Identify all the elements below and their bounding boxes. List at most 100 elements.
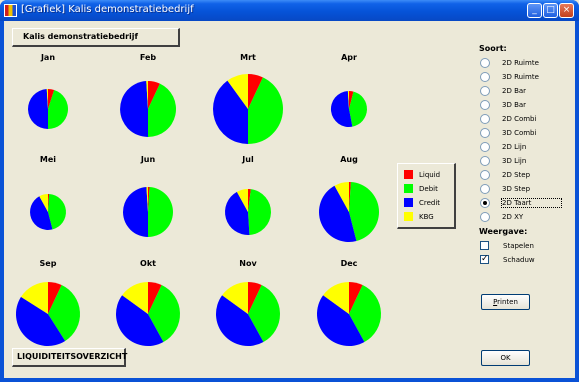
radio-option-3d-lijn[interactable]: 3D Lijn bbox=[480, 156, 526, 167]
checkbox-label: Stapelen bbox=[503, 242, 534, 250]
radio-button[interactable] bbox=[480, 142, 490, 152]
radio-option-2d-xy[interactable]: 2D XY bbox=[480, 212, 523, 223]
pie-mei bbox=[30, 194, 66, 230]
month-label-jan: Jan bbox=[40, 53, 56, 62]
checkbox-label: Schaduw bbox=[503, 256, 535, 264]
legend-item-liquid: Liquid bbox=[404, 170, 440, 180]
radio-label: 2D Ruimte bbox=[502, 59, 539, 67]
pie-sep bbox=[15, 282, 80, 347]
legend-label: Liquid bbox=[419, 171, 441, 179]
chart-legend: Liquid Debit Credit KBG bbox=[397, 163, 456, 229]
pie-chart-grid: Jan Feb Mrt Apr Mei Jun Jul Aug Sep Okt Nov Dec bbox=[4, 21, 464, 378]
radio-button[interactable] bbox=[480, 114, 490, 124]
pie-mrt bbox=[212, 74, 283, 144]
pie-slice-jun-credit bbox=[123, 187, 148, 237]
pie-slice-jun-debit bbox=[148, 187, 173, 237]
liquidity-report-button[interactable]: LIQUIDITEITSOVERZICHT bbox=[12, 348, 127, 367]
legend-item-debit: Debit bbox=[404, 184, 438, 194]
legend-swatch bbox=[404, 184, 413, 193]
month-label-feb: Feb bbox=[139, 53, 157, 62]
radio-label: 2D Step bbox=[502, 171, 531, 179]
radio-label: 2D Taart bbox=[500, 198, 563, 208]
app-icon bbox=[4, 4, 17, 17]
pie-jun bbox=[123, 187, 173, 237]
minimize-button[interactable]: _ bbox=[527, 3, 542, 18]
radio-option-2d-ruimte[interactable]: 2D Ruimte bbox=[480, 58, 539, 69]
radio-label: 3D Combi bbox=[502, 129, 537, 137]
radio-button[interactable] bbox=[480, 156, 490, 166]
radio-label: 3D Step bbox=[502, 185, 531, 193]
pie-slice-jul-debit bbox=[248, 189, 271, 235]
radio-button[interactable] bbox=[480, 72, 490, 82]
ok-button[interactable]: OK bbox=[481, 350, 530, 366]
radio-option-3d-step[interactable]: 3D Step bbox=[480, 184, 530, 195]
client-area: Kalis demonstratiebedrijf Jan Feb Mrt Apr Me… bbox=[4, 21, 575, 378]
month-label-mei: Mei bbox=[39, 155, 57, 164]
pie-slice-jan-credit bbox=[28, 89, 48, 129]
radio-label: 2D Lijn bbox=[502, 143, 527, 151]
pie-charts-svg bbox=[15, 74, 381, 347]
radio-label: 2D Combi bbox=[502, 115, 537, 123]
legend-swatch bbox=[404, 212, 413, 221]
pie-aug bbox=[318, 182, 380, 243]
radio-option-2d-step[interactable]: 2D Step bbox=[480, 170, 530, 181]
close-button[interactable]: × bbox=[559, 3, 574, 18]
radio-button[interactable] bbox=[480, 58, 490, 68]
month-label-mrt: Mrt bbox=[240, 53, 256, 62]
month-label-jun: Jun bbox=[140, 155, 156, 164]
radio-button[interactable] bbox=[480, 100, 490, 110]
radio-label: 2D Bar bbox=[502, 87, 527, 95]
soort-heading: Soort: bbox=[479, 44, 507, 53]
pie-dec bbox=[316, 282, 381, 347]
radio-label: 3D Bar bbox=[502, 101, 527, 109]
month-label-apr: Apr bbox=[341, 53, 357, 62]
checkbox[interactable]: ✓ bbox=[480, 255, 489, 264]
pie-jul bbox=[225, 188, 271, 235]
radio-option-3d-bar[interactable]: 3D Bar bbox=[480, 100, 526, 111]
radio-label: 3D Ruimte bbox=[502, 73, 539, 81]
radio-option-2d-lijn[interactable]: 2D Lijn bbox=[480, 142, 526, 153]
legend-swatch bbox=[404, 170, 413, 179]
radio-button[interactable] bbox=[480, 198, 490, 208]
radio-label: 2D XY bbox=[502, 213, 524, 221]
month-label-nov: Nov bbox=[239, 259, 257, 268]
pie-nov bbox=[215, 282, 280, 347]
checkbox[interactable] bbox=[480, 241, 489, 250]
pie-slice-feb-credit bbox=[120, 81, 148, 137]
title-bar[interactable]: [Grafiek] Kalis demonstratiebedrijf _ □ … bbox=[0, 0, 579, 21]
radio-option-3d-ruimte[interactable]: 3D Ruimte bbox=[480, 72, 539, 83]
radio-button[interactable] bbox=[480, 170, 490, 180]
radio-button[interactable] bbox=[480, 128, 490, 138]
radio-option-2d-combi[interactable]: 2D Combi bbox=[480, 114, 536, 125]
print-button-label-rest: rinten bbox=[497, 298, 518, 306]
legend-item-credit: Credit bbox=[404, 198, 440, 208]
radio-button[interactable] bbox=[480, 184, 490, 194]
radio-button[interactable] bbox=[480, 86, 490, 96]
radio-option-3d-combi[interactable]: 3D Combi bbox=[480, 128, 536, 139]
pie-jan bbox=[28, 89, 68, 129]
radio-option-2d-bar[interactable]: 2D Bar bbox=[480, 86, 526, 97]
maximize-button[interactable]: □ bbox=[543, 3, 558, 18]
radio-button[interactable] bbox=[480, 212, 490, 222]
legend-swatch bbox=[404, 198, 413, 207]
print-button[interactable]: Printen bbox=[481, 294, 530, 310]
app-window: [Grafiek] Kalis demonstratiebedrijf _ □ … bbox=[0, 0, 579, 382]
window-title: [Grafiek] Kalis demonstratiebedrijf bbox=[21, 4, 194, 15]
month-label-dec: Dec bbox=[340, 259, 358, 268]
month-label-aug: Aug bbox=[340, 155, 358, 164]
radio-option-2d-taart[interactable]: 2D Taart bbox=[480, 198, 563, 209]
pie-apr bbox=[330, 91, 367, 128]
legend-label: KBG bbox=[419, 213, 434, 221]
legend-label: Credit bbox=[419, 199, 441, 207]
checkbox-option-schaduw[interactable]: ✓ Schaduw bbox=[480, 255, 535, 266]
legend-label: Debit bbox=[419, 185, 438, 193]
month-label-sep: Sep bbox=[39, 259, 57, 268]
weergave-heading: Weergave: bbox=[479, 227, 528, 236]
checkbox-option-stapelen[interactable]: Stapelen bbox=[480, 241, 534, 252]
pie-okt bbox=[115, 282, 180, 347]
month-label-okt: Okt bbox=[140, 259, 156, 268]
month-label-jul: Jul bbox=[242, 155, 254, 164]
legend-item-kbg: KBG bbox=[404, 212, 434, 222]
pie-feb bbox=[120, 81, 177, 137]
radio-label: 3D Lijn bbox=[502, 157, 527, 165]
